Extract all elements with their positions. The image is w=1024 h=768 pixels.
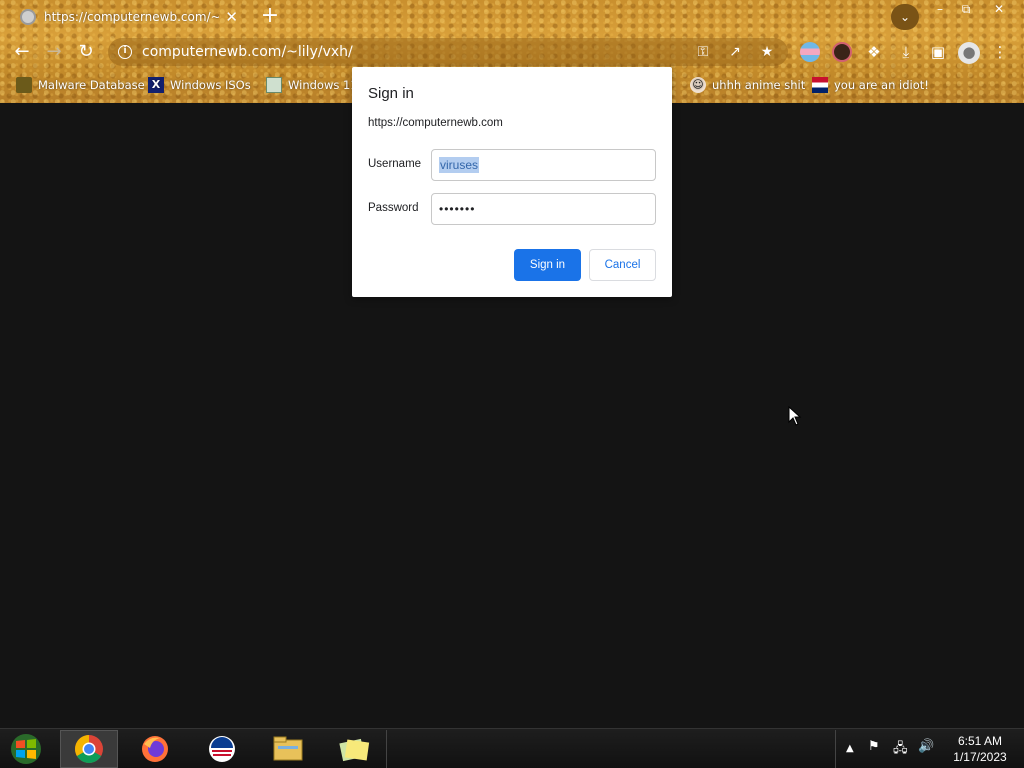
window-restore-button[interactable]: ⧉	[952, 0, 980, 18]
chevron-down-icon: ⌄	[899, 10, 911, 24]
dialog-title: Sign in	[368, 85, 414, 102]
taskbar-empty-area	[386, 730, 836, 768]
folder-icon	[273, 736, 303, 761]
username-label: Username	[368, 158, 422, 170]
bookmark-malware-database[interactable]: Malware Database	[16, 76, 145, 94]
anime-face-icon: ☺	[690, 77, 706, 93]
back-button[interactable]: ←	[10, 40, 34, 64]
password-field[interactable]: •••••••	[431, 193, 656, 225]
url-text[interactable]: computernewb.com/~lily/vxh/	[142, 44, 692, 60]
avatar-extension-icon[interactable]	[832, 42, 852, 62]
reload-icon: ↻	[78, 41, 94, 62]
sign-in-button[interactable]: Sign in	[514, 249, 581, 281]
system-clock[interactable]: 6:51 AM 1/17/2023	[944, 733, 1016, 765]
sign-in-dialog: Sign in https://computernewb.com Usernam…	[352, 67, 672, 297]
share-icon[interactable]: ↗	[724, 44, 746, 60]
arrow-right-icon: →	[46, 41, 62, 62]
sticky-notes-icon	[339, 738, 370, 762]
taskbar-file-explorer[interactable]	[259, 730, 317, 768]
download-icon[interactable]: ⤓	[896, 42, 916, 62]
dialog-origin: https://computernewb.com	[368, 117, 503, 129]
password-label: Password	[368, 202, 419, 214]
reload-button[interactable]: ↻	[74, 40, 98, 64]
taskbar: ▲ ⚑ 🖧 🔊 6:51 AM 1/17/2023	[0, 728, 1024, 768]
puzzle-icon[interactable]: ❖	[864, 42, 884, 62]
bookmark-anime[interactable]: ☺ uhhh anime shit	[690, 76, 805, 94]
arrow-left-icon: ←	[14, 41, 30, 62]
network-icon[interactable]: 🖧	[893, 739, 908, 761]
volume-icon[interactable]: 🔊	[918, 739, 934, 754]
key-icon[interactable]: ⚿	[692, 44, 714, 60]
biohazard-icon	[16, 77, 32, 93]
image-icon	[266, 77, 282, 93]
side-panel-icon[interactable]: ▣	[928, 42, 948, 62]
window-close-button[interactable]: ✕	[984, 0, 1014, 18]
start-button[interactable]	[6, 731, 46, 767]
firefox-icon	[142, 736, 168, 762]
x-logo-icon: X	[148, 77, 164, 93]
tab-search-button[interactable]: ⌄	[891, 4, 919, 30]
taskbar-sticky-notes[interactable]	[325, 730, 383, 768]
tab-close-icon[interactable]: ✕	[225, 8, 238, 26]
menu-kebab-icon[interactable]: ⋮	[990, 42, 1010, 62]
cancel-button[interactable]: Cancel	[589, 249, 656, 281]
password-mask: •••••••	[439, 202, 476, 216]
clock-date: 1/17/2023	[953, 750, 1007, 764]
outlook-icon	[209, 736, 235, 762]
taskbar-chrome[interactable]	[60, 730, 118, 768]
profile-avatar-icon[interactable]: ●	[958, 42, 980, 64]
address-bar[interactable]: i computernewb.com/~lily/vxh/ ⚿ ↗ ★	[108, 38, 788, 66]
flag-extension-icon[interactable]	[800, 42, 820, 62]
uk-flag-icon	[812, 77, 828, 93]
bookmark-windows-11[interactable]: Windows 11	[266, 76, 358, 94]
mouse-cursor-icon	[788, 406, 802, 426]
forward-button[interactable]: →	[42, 40, 66, 64]
globe-icon	[20, 9, 36, 25]
clock-time: 6:51 AM	[957, 734, 1003, 748]
username-field[interactable]: viruses	[431, 149, 656, 181]
window-minimize-button[interactable]: –	[926, 0, 954, 18]
tab-title: https://computernewb.com/~lily/	[44, 10, 220, 24]
show-hidden-icons-icon[interactable]: ▲	[846, 743, 854, 754]
taskbar-firefox[interactable]	[126, 730, 184, 768]
bookmark-you-are-an-idiot[interactable]: you are an idiot!	[812, 76, 929, 94]
taskbar-outlook[interactable]	[193, 730, 251, 768]
star-icon[interactable]: ★	[756, 44, 778, 60]
browser-tab[interactable]: https://computernewb.com/~lily/ ✕	[8, 0, 248, 34]
info-icon[interactable]: i	[118, 45, 132, 59]
action-center-flag-icon[interactable]: ⚑	[868, 739, 880, 754]
username-value: viruses	[439, 157, 480, 173]
new-tab-button[interactable]: +	[258, 4, 282, 28]
chrome-icon	[75, 735, 103, 763]
bookmark-windows-isos[interactable]: X Windows ISOs	[148, 76, 251, 94]
